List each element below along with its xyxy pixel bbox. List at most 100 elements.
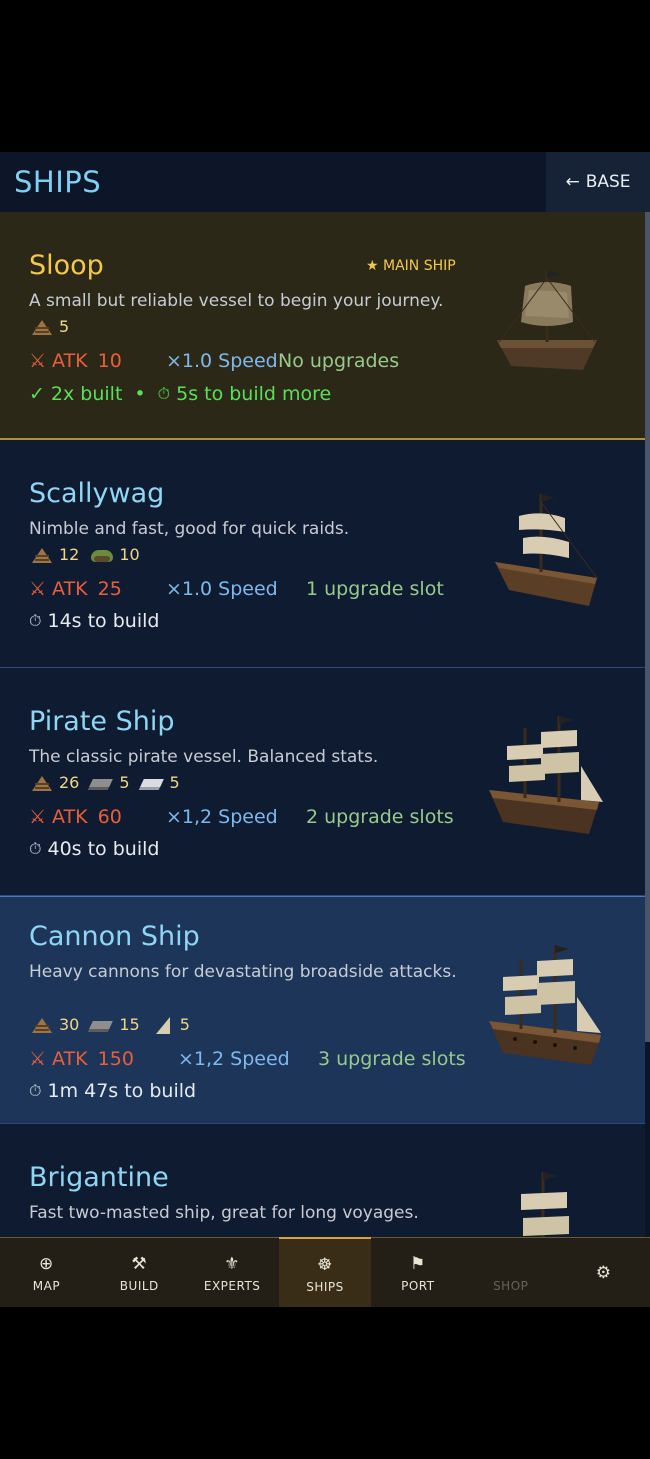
page-title: SHIPS [14, 165, 102, 199]
ships-screen: SHIPS ← BASE Sloop ★ MAIN SHIP A small b… [0, 152, 650, 1307]
resource-costs: 5 [29, 317, 69, 336]
resource-cost: 5 [29, 317, 69, 336]
experts-icon: ⚜ [224, 1254, 241, 1274]
attack-stat: ⚔ ATK 150 [29, 1048, 178, 1070]
built-count: 2x built [50, 383, 123, 405]
tab-ships[interactable]: ☸ SHIPS [278, 1237, 372, 1307]
flag-icon: ⚑ [409, 1254, 426, 1274]
attack-value: 25 [97, 578, 122, 600]
settings-icon: ⚙ [595, 1263, 612, 1283]
upgrade-slots: 2 upgrade slots [306, 806, 454, 828]
sail-icon [150, 1016, 176, 1034]
attack-stat: ⚔ ATK 25 [29, 578, 166, 600]
clock-icon: ⏱ [29, 611, 42, 630]
scallywag-ship-illustration [495, 494, 598, 606]
tab-experts[interactable]: ⚜ EXPERTS [186, 1238, 279, 1307]
resource-amount: 26 [59, 773, 80, 792]
brigantine-ship-illustration [521, 1172, 569, 1237]
tab-label: MAP [32, 1279, 61, 1293]
clock-icon: ⏱ [157, 384, 171, 403]
build-icon: ⚒ [131, 1254, 148, 1274]
resource-amount: 5 [169, 773, 180, 792]
upgrade-slots: No upgrades [278, 350, 400, 372]
ship-name: Brigantine [29, 1162, 169, 1193]
check-icon: ✓ [29, 383, 45, 405]
pirate-ship-illustration [489, 716, 603, 834]
tab-build[interactable]: ⚒ BUILD [93, 1238, 186, 1307]
attack-value: 150 [97, 1048, 134, 1070]
resource-amount: 5 [59, 317, 70, 336]
ship-description: Nimble and fast, good for quick raids. [29, 519, 350, 539]
ship-card-cannon-ship[interactable]: Cannon Ship Heavy cannons for devastatin… [0, 896, 645, 1124]
tab-settings[interactable]: ⚙ [557, 1238, 650, 1307]
wood-icon [29, 1016, 55, 1034]
resource-amount: 30 [59, 1015, 80, 1034]
resource-cost: 5 [150, 1015, 190, 1034]
silver-icon [140, 774, 166, 792]
ship-name: Scallywag [29, 478, 165, 509]
speed-stat: ×1,2 Speed [166, 806, 278, 828]
back-to-base-button[interactable]: ← BASE [546, 152, 650, 212]
ship-card-scallywag[interactable]: Scallywag Nimble and fast, good for quic… [0, 440, 645, 668]
attack-value: 60 [97, 806, 122, 828]
ship-name: Cannon Ship [29, 921, 200, 952]
ship-stats: ⚔ ATK 60 ×1,2 Speed 2 upgrade slots [29, 806, 454, 828]
build-status: ⏱ 1m 47s to build [29, 1080, 196, 1102]
speed-stat: ×1.0 Speed [166, 578, 278, 600]
wood-icon [29, 318, 55, 336]
ship-list[interactable]: Sloop ★ MAIN SHIP A small but reliable v… [0, 212, 645, 1237]
ship-card-pirate-ship[interactable]: Pirate Ship The classic pirate vessel. B… [0, 668, 645, 896]
crossed-swords-icon: ⚔ [29, 806, 47, 828]
wood-icon [29, 546, 55, 564]
herb-icon [89, 546, 115, 564]
back-button-label: BASE [585, 172, 631, 192]
resource-cost: 10 [89, 545, 140, 564]
iron-icon [89, 1016, 115, 1034]
ship-description: The classic pirate vessel. Balanced stat… [29, 747, 379, 767]
speed-stat: ×1,2 Speed [178, 1048, 290, 1070]
attack-label: ATK [52, 806, 88, 828]
resource-costs: 12 10 [29, 545, 140, 564]
resource-cost: 12 [29, 545, 79, 564]
resource-cost: 5 [89, 773, 129, 792]
resource-amount: 5 [179, 1015, 190, 1034]
ship-stats: ⚔ ATK 10 ×1.0 Speed No upgrades [29, 350, 399, 372]
map-icon: ⊕ [39, 1254, 54, 1274]
build-time: 40s to build [47, 838, 160, 860]
iron-icon [89, 774, 115, 792]
separator: • [134, 383, 146, 405]
build-time: 1m 47s to build [47, 1080, 197, 1102]
attack-stat: ⚔ ATK 10 [29, 350, 166, 372]
ship-name: Sloop [29, 250, 104, 281]
resource-cost: 5 [140, 773, 180, 792]
resource-cost: 15 [89, 1015, 139, 1034]
ship-card-brigantine[interactable]: Brigantine Fast two-masted ship, great f… [0, 1124, 645, 1237]
tab-label: SHIPS [306, 1279, 344, 1294]
ship-stats: ⚔ ATK 25 ×1.0 Speed 1 upgrade slot [29, 578, 444, 600]
tab-label: BUILD [119, 1279, 159, 1293]
ship-card-sloop[interactable]: Sloop ★ MAIN SHIP A small but reliable v… [0, 212, 645, 440]
scrollbar[interactable] [645, 212, 650, 1237]
resource-amount: 12 [59, 545, 80, 564]
crossed-swords-icon: ⚔ [29, 1048, 47, 1070]
clock-icon: ⏱ [29, 1081, 42, 1100]
resource-amount: 15 [119, 1015, 140, 1034]
back-arrow-icon: ← [565, 172, 580, 192]
ship-description: Fast two-masted ship, great for long voy… [29, 1203, 419, 1223]
clock-icon: ⏱ [29, 839, 42, 858]
tab-label: SHOP [493, 1279, 529, 1293]
tab-port[interactable]: ⚑ PORT [371, 1238, 464, 1307]
build-status: ⏱ 14s to build [29, 610, 159, 632]
resource-costs: 30 15 5 [29, 1015, 190, 1034]
ship-stats: ⚔ ATK 150 ×1,2 Speed 3 upgrade slots [29, 1048, 466, 1070]
tab-map[interactable]: ⊕ MAP [0, 1238, 93, 1307]
wood-icon [29, 774, 55, 792]
sloop-ship-illustration [497, 270, 597, 370]
header-bar: SHIPS ← BASE [0, 152, 650, 212]
tab-shop[interactable]: SHOP [464, 1238, 557, 1307]
cannon-ship-illustration [489, 945, 601, 1065]
upgrade-slots: 3 upgrade slots [318, 1048, 466, 1070]
tab-label: EXPERTS [203, 1279, 261, 1293]
scrollbar-thumb[interactable] [645, 212, 650, 1042]
build-time: 14s to build [47, 610, 160, 632]
